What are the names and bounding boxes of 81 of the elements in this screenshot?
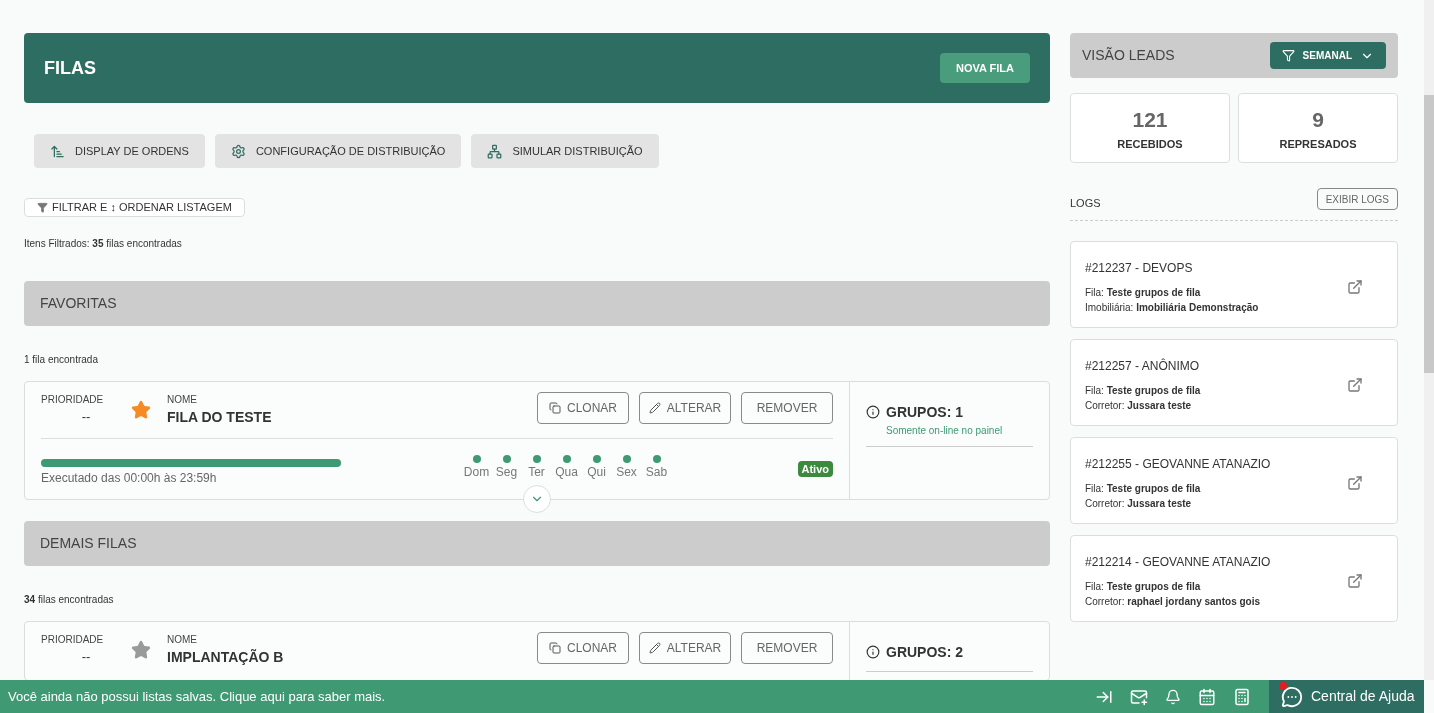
day-label: Dom bbox=[463, 463, 490, 481]
action-button[interactable]: REMOVER bbox=[741, 631, 833, 664]
action-button[interactable]: CLONAR bbox=[537, 391, 629, 424]
bell-icon[interactable] bbox=[1165, 688, 1181, 705]
filter-summary: Itens Filtrados: 35 filas encontradas bbox=[24, 236, 183, 251]
name-label: NOME bbox=[167, 392, 198, 407]
stat-value: 121 bbox=[1132, 107, 1168, 133]
log-detail: Corretor: Jussara teste bbox=[1085, 496, 1193, 511]
period-dropdown[interactable]: SEMANAL bbox=[1269, 42, 1386, 69]
section-title: DEMAIS FILAS bbox=[40, 533, 137, 553]
pencil-icon bbox=[648, 401, 661, 414]
external-link-icon[interactable] bbox=[1347, 278, 1363, 295]
info-icon bbox=[866, 405, 880, 419]
groups-count: GRUPOS: 2 bbox=[886, 642, 963, 662]
priority-label: PRIORIDADE bbox=[41, 392, 104, 407]
queue-name: FILA DO TESTE bbox=[167, 407, 273, 427]
log-detail: Fila: Teste grupos de fila bbox=[1085, 579, 1202, 594]
groups-note: Somente on-line no painel bbox=[886, 423, 1004, 438]
log-title: #212237 - DEVOPS bbox=[1085, 259, 1194, 277]
priority-value: -- bbox=[81, 647, 91, 666]
day-label: Sex bbox=[616, 463, 637, 481]
action-button[interactable]: REMOVER bbox=[741, 391, 833, 424]
priority-value: -- bbox=[81, 407, 91, 426]
groups-count: GRUPOS: 1 bbox=[886, 402, 963, 422]
section-count: 1 fila encontrada bbox=[24, 352, 99, 367]
day-label: Qua bbox=[555, 463, 578, 481]
stat-label: RECEBIDOS bbox=[1117, 136, 1183, 152]
saved-lists-message[interactable]: Você ainda não possui listas salvas. Clique aqui para saber mais. bbox=[8, 686, 386, 707]
sort-icon bbox=[50, 143, 65, 159]
name-label: NOME bbox=[167, 632, 198, 647]
log-detail: Fila: Teste grupos de fila bbox=[1085, 383, 1202, 398]
log-detail: Corretor: Jussara teste bbox=[1085, 398, 1193, 413]
schedule-text: Executado das 00:00h às 23:59h bbox=[41, 469, 218, 487]
day-label: Sab bbox=[645, 463, 668, 481]
log-title: #212257 - ANÔNIMO bbox=[1085, 357, 1201, 375]
queue-name: IMPLANTAÇÃO B bbox=[167, 647, 285, 667]
filter-icon bbox=[1281, 49, 1295, 62]
day-label: Qui bbox=[587, 463, 606, 481]
filter-icon bbox=[37, 201, 48, 213]
day-label: Ter bbox=[528, 463, 545, 481]
log-title: #212214 - GEOVANNE ATANAZIO bbox=[1085, 553, 1272, 571]
show-logs-button[interactable]: EXIBIR LOGS bbox=[1316, 188, 1398, 211]
calculator-icon[interactable] bbox=[1233, 687, 1251, 706]
log-detail: Corretor: raphael jordany santos gois bbox=[1085, 594, 1262, 609]
toolbar-button[interactable]: SIMULAR DISTRIBUIÇÃO bbox=[471, 134, 659, 168]
stat-label: REPRESADOS bbox=[1279, 136, 1357, 152]
filter-sort-button[interactable]: FILTRAR E ↕ ORDENAR LISTAGEM bbox=[24, 198, 245, 217]
help-center-button[interactable]: Central de Ajuda bbox=[1269, 680, 1424, 713]
copy-icon bbox=[549, 641, 561, 654]
day-label: Seg bbox=[495, 463, 518, 481]
new-queue-button[interactable]: NOVA FILA bbox=[939, 53, 1030, 83]
info-icon bbox=[866, 645, 880, 659]
calendar-icon[interactable] bbox=[1198, 687, 1216, 706]
section-count: 34 filas encontradas bbox=[24, 592, 115, 607]
action-button[interactable]: ALTERAR bbox=[639, 631, 731, 664]
stat-value: 9 bbox=[1312, 107, 1324, 133]
toolbar-button[interactable]: CONFIGURAÇÃO DE DISTRIBUIÇÃO bbox=[214, 134, 462, 168]
page-title: FILAS bbox=[44, 56, 96, 80]
log-title: #212255 - GEOVANNE ATANAZIO bbox=[1085, 455, 1272, 473]
action-button[interactable]: ALTERAR bbox=[639, 391, 731, 424]
external-link-icon[interactable] bbox=[1347, 474, 1363, 491]
external-link-icon[interactable] bbox=[1347, 376, 1363, 393]
status-badge: Ativo bbox=[797, 460, 833, 477]
logs-title: LOGS bbox=[1070, 196, 1101, 211]
chat-icon bbox=[1281, 685, 1303, 708]
action-button[interactable]: CLONAR bbox=[537, 631, 629, 664]
pencil-icon bbox=[648, 641, 661, 654]
toolbar-button[interactable]: DISPLAY DE ORDENS bbox=[34, 134, 205, 168]
favorite-star-icon[interactable] bbox=[131, 639, 151, 660]
section-title: FAVORITAS bbox=[40, 293, 117, 313]
scrollbar-thumb[interactable] bbox=[1424, 95, 1434, 373]
external-link-icon[interactable] bbox=[1347, 572, 1363, 589]
leads-title: VISÃO LEADS bbox=[1082, 46, 1175, 65]
log-detail: Fila: Teste grupos de fila bbox=[1085, 285, 1202, 300]
favorite-star-icon[interactable] bbox=[131, 399, 151, 420]
settings-icon bbox=[230, 143, 246, 159]
priority-label: PRIORIDADE bbox=[41, 632, 104, 647]
log-detail: Imobiliária: Imobiliária Demonstração bbox=[1085, 300, 1260, 315]
copy-icon bbox=[549, 401, 561, 414]
network-icon bbox=[487, 143, 503, 159]
log-detail: Fila: Teste grupos de fila bbox=[1085, 481, 1202, 496]
